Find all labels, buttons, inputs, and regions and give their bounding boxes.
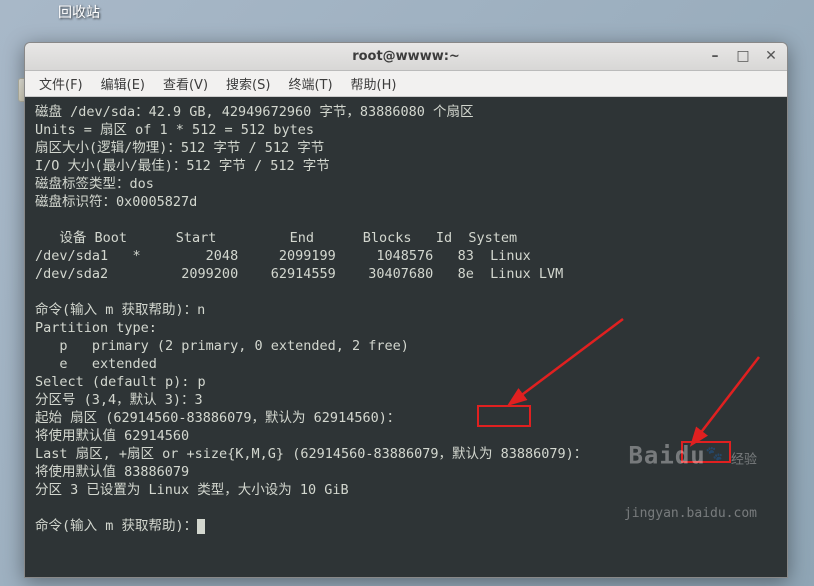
- window-controls: – □ ✕: [705, 47, 781, 65]
- cursor-icon: [197, 519, 205, 534]
- term-line: 命令(输入 m 获取帮助)：: [35, 518, 197, 534]
- term-line: Partition type:: [35, 320, 157, 336]
- titlebar[interactable]: root@wwww:~ – □ ✕: [25, 43, 787, 71]
- annotation-box-2: [681, 441, 731, 463]
- menu-search[interactable]: 搜索(S): [218, 72, 278, 95]
- term-line: 磁盘标签类型：dos: [35, 176, 154, 192]
- annotation-box-1: [477, 405, 531, 427]
- desktop-trash-label: 回收站: [58, 2, 100, 22]
- annotation-arrow-2: [681, 349, 771, 449]
- term-line: 扇区大小(逻辑/物理)：512 字节 / 512 字节: [35, 140, 324, 156]
- term-line: 设备 Boot Start End Blocks Id System: [35, 230, 517, 246]
- term-line: /dev/sda2 2099200 62914559 30407680 8e L…: [35, 266, 563, 282]
- term-line: Units = 扇区 of 1 * 512 = 512 bytes: [35, 122, 314, 138]
- term-line: I/O 大小(最小/最佳)：512 字节 / 512 字节: [35, 158, 330, 174]
- menu-terminal[interactable]: 终端(T): [280, 72, 340, 95]
- close-button[interactable]: ✕: [761, 47, 781, 65]
- term-line: Last 扇区, +扇区 or +size{K,M,G} (62914560-8…: [35, 446, 587, 462]
- watermark-cn: 经验: [731, 452, 757, 467]
- term-line: /dev/sda1 * 2048 2099199 1048576 83 Linu…: [35, 248, 531, 264]
- menu-help[interactable]: 帮助(H): [343, 72, 405, 95]
- term-line: 分区号 (3,4，默认 3)：3: [35, 392, 203, 408]
- term-line: 起始 扇区 (62914560-83886079，默认为 62914560)：: [35, 410, 400, 426]
- menu-edit[interactable]: 编辑(E): [93, 72, 153, 95]
- menu-view[interactable]: 查看(V): [155, 72, 216, 95]
- terminal-content[interactable]: 磁盘 /dev/sda：42.9 GB, 42949672960 字节，8388…: [25, 97, 787, 577]
- terminal-window: root@wwww:~ – □ ✕ 文件(F) 编辑(E) 查看(V) 搜索(S…: [24, 42, 788, 578]
- term-line: 磁盘 /dev/sda：42.9 GB, 42949672960 字节，8388…: [35, 104, 473, 120]
- term-line: 磁盘标识符：0x0005827d: [35, 194, 197, 210]
- term-line: 将使用默认值 62914560: [35, 428, 189, 444]
- menu-file[interactable]: 文件(F): [31, 72, 91, 95]
- window-title: root@wwww:~: [352, 49, 460, 64]
- term-line: p primary (2 primary, 0 extended, 2 free…: [35, 338, 409, 354]
- term-line: 分区 3 已设置为 Linux 类型，大小设为 10 GiB: [35, 482, 349, 498]
- term-line: 将使用默认值 83886079: [35, 464, 189, 480]
- menubar: 文件(F) 编辑(E) 查看(V) 搜索(S) 终端(T) 帮助(H): [25, 71, 787, 97]
- watermark: Baidu🐾 经验 jingyan.baidu.com: [624, 409, 757, 559]
- watermark-url: jingyan.baidu.com: [624, 505, 757, 523]
- maximize-button[interactable]: □: [733, 47, 753, 65]
- term-line: Select (default p): p: [35, 374, 206, 390]
- term-line: e extended: [35, 356, 157, 372]
- minimize-button[interactable]: –: [705, 47, 725, 65]
- term-line: 命令(输入 m 获取帮助)：n: [35, 302, 205, 318]
- annotation-arrow-1: [505, 311, 635, 411]
